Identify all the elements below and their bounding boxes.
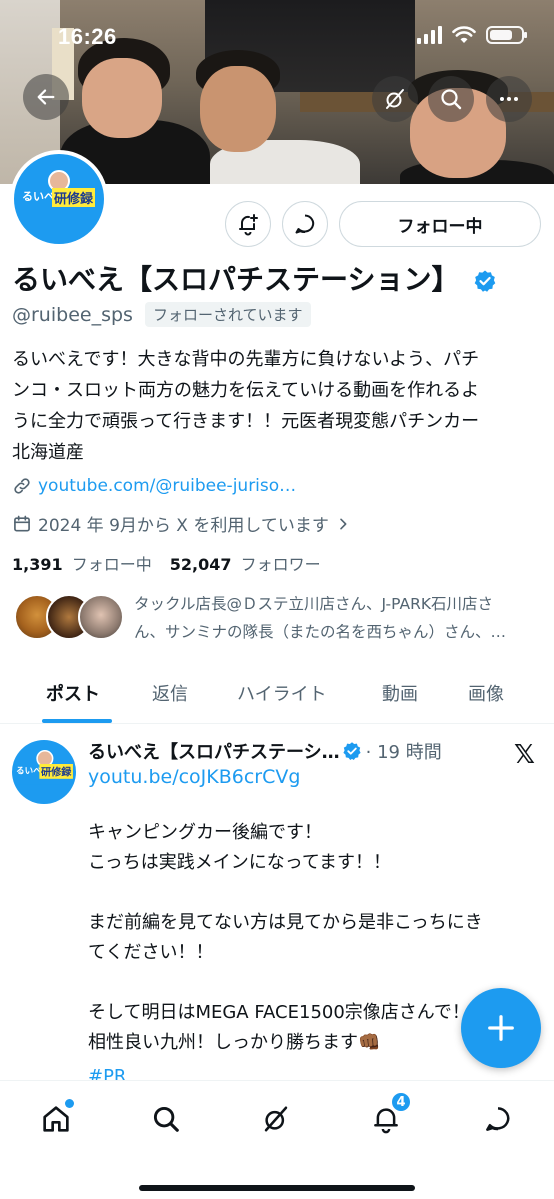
profile-handle: @ruibee_sps — [12, 303, 133, 326]
more-dots-icon — [500, 97, 518, 101]
message-bubble-icon — [295, 214, 315, 234]
tweet-avatar[interactable]: るいべえ 研修録 — [12, 740, 76, 804]
x-logo-icon[interactable]: 𝕏 — [514, 740, 535, 770]
followers-count: 52,047 — [169, 555, 232, 574]
nav-search[interactable] — [144, 1097, 188, 1141]
tab-highlights[interactable]: ハイライト — [237, 680, 327, 706]
followers-count-link[interactable]: 52,047 フォロワー — [170, 551, 321, 575]
arrow-left-icon — [37, 89, 55, 105]
calendar-icon — [14, 515, 30, 531]
handle-row: @ruibee_sps フォローされています — [12, 302, 311, 327]
bottom-navigation: 4 — [0, 1080, 554, 1199]
tweet-header: るいべえ【スロパチステーシ… · 19 時間 — [88, 738, 442, 764]
nav-home[interactable] — [34, 1097, 78, 1141]
search-icon — [153, 1106, 179, 1132]
grok-icon — [264, 1106, 288, 1132]
join-date[interactable]: 2024 年 9月から X を利用しています — [12, 511, 351, 536]
active-tab-indicator — [42, 719, 112, 723]
followers-label: フォロワー — [240, 555, 321, 574]
bio-line: ンコ・スロット両方の魅力を伝えていける動画を作れるよ — [12, 380, 480, 401]
following-count-link[interactable]: 1,391 フォロー中 — [12, 551, 152, 575]
bio-line: 北海道産 — [12, 442, 84, 463]
nav-messages[interactable] — [476, 1097, 520, 1141]
unread-dot — [65, 1099, 74, 1108]
home-indicator — [139, 1185, 415, 1191]
compose-post-button[interactable] — [461, 988, 541, 1068]
tweet-line: こっちは実践メインになってます！！ — [88, 852, 391, 873]
tweet-author-name[interactable]: るいべえ【スロパチステーシ… — [88, 738, 340, 764]
tab-videos[interactable]: 動画 — [382, 680, 418, 706]
tweet-link[interactable]: youtu.be/coJKB6crCVg — [88, 766, 300, 788]
chevron-right-icon — [340, 518, 347, 529]
status-icons — [417, 26, 527, 44]
message-button[interactable] — [282, 201, 328, 247]
following-label: フォロー中 — [71, 555, 152, 574]
back-button[interactable] — [23, 74, 69, 120]
link-icon — [14, 478, 30, 494]
search-icon — [441, 89, 462, 110]
message-bubble-icon — [486, 1107, 510, 1131]
tweet-timestamp[interactable]: · 19 時間 — [366, 738, 442, 764]
notify-button[interactable] — [225, 201, 271, 247]
verified-badge-icon — [343, 742, 361, 760]
bio-line: うに全力で頑張って行きます！！元医者現変態パチンカー — [12, 411, 480, 432]
tweet-line: まだ前編を見てない方は見てから是非こっちにき — [88, 912, 483, 933]
more-button[interactable] — [486, 76, 532, 122]
follow-counts: 1,391 フォロー中 52,047 フォロワー — [12, 551, 321, 575]
tweet-line: てください！！ — [88, 942, 214, 963]
tweet-line — [88, 878, 538, 908]
bio-line: るいべえです！大きな背中の先輩方に負けないよう、パチ — [12, 349, 480, 370]
nav-notifications[interactable]: 4 — [364, 1091, 412, 1141]
search-button[interactable] — [428, 76, 474, 122]
nav-grok[interactable] — [254, 1097, 298, 1141]
display-name-text: るいべえ【スロパチステーション】 — [12, 263, 460, 296]
grok-icon — [386, 89, 404, 109]
join-date-text: 2024 年 9月から X を利用しています — [38, 516, 329, 536]
bell-plus-icon — [239, 214, 258, 236]
plus-icon — [488, 1015, 514, 1041]
verified-badge-icon[interactable] — [473, 269, 497, 293]
following-count: 1,391 — [12, 555, 63, 574]
tweet-line: キャンピングカー後編です！ — [88, 822, 322, 843]
avatar-logo: るいべえ 研修録 — [16, 749, 74, 785]
profile-bio: るいべえです！大きな背中の先輩方に負けないよう、パチ ンコ・スロット両方の魅力を… — [12, 344, 542, 468]
tab-images[interactable]: 画像 — [468, 680, 504, 706]
status-time: 16:26 — [58, 24, 117, 49]
profile-display-name: るいべえ【スロパチステーション】 — [12, 258, 497, 298]
followed-by-line: ん、サンミナの隊長（またの名を西ちゃん）さん、… — [134, 623, 507, 641]
avatar-logo: るいべえ 研修録 — [22, 170, 96, 214]
profile-website[interactable]: youtube.com/@ruibee-juriso… — [12, 476, 296, 496]
avatar — [78, 594, 124, 640]
profile-avatar[interactable]: るいべえ 研修録 — [10, 150, 108, 248]
grok-button[interactable] — [372, 76, 418, 122]
follows-you-badge: フォローされています — [144, 302, 311, 327]
followed-by-text[interactable]: タックル店長@Ｄステ立川店さん、J-PARK石川店さ ん、サンミナの隊長（またの… — [134, 590, 544, 646]
following-button[interactable]: フォロー中 — [339, 201, 541, 247]
tab-replies[interactable]: 返信 — [152, 680, 188, 706]
status-bar: 16:26 — [0, 0, 554, 72]
banner-person-2-face — [200, 66, 276, 152]
website-url[interactable]: youtube.com/@ruibee-juriso… — [38, 476, 296, 496]
tweet-line — [88, 968, 538, 998]
notifications-badge: 4 — [390, 1091, 412, 1113]
cellular-signal-icon — [417, 26, 442, 44]
wifi-icon — [452, 26, 476, 43]
profile-tabs: ポスト 返信 ハイライト 動画 画像 — [0, 666, 554, 724]
tab-posts[interactable]: ポスト — [46, 680, 100, 706]
battery-icon — [486, 26, 527, 44]
followed-by-line: タックル店長@Ｄステ立川店さん、J-PARK石川店さ — [134, 595, 494, 613]
